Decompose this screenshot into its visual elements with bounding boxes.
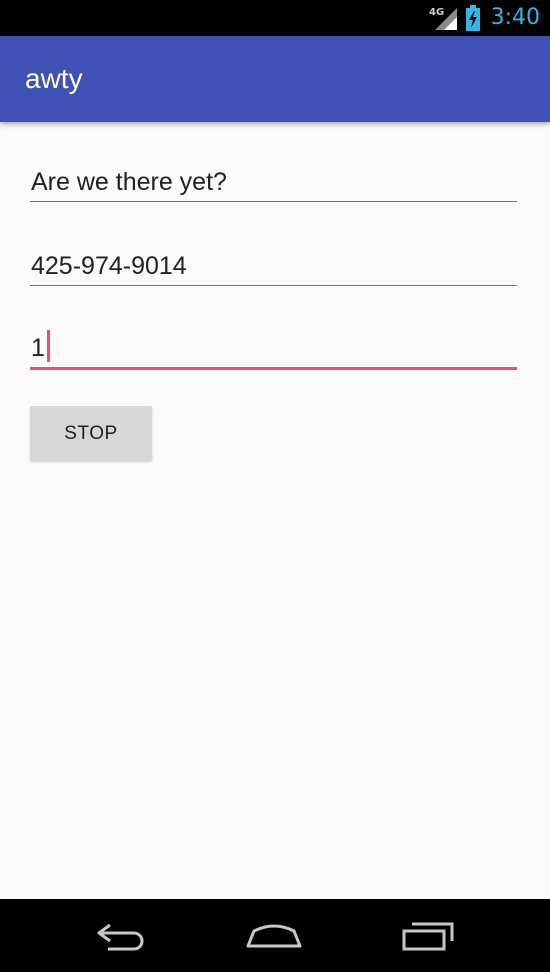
status-bar: 4G 3:40 [0, 0, 550, 36]
navigation-bar [0, 899, 550, 972]
text-cursor [46, 330, 50, 362]
status-clock: 3:40 [490, 5, 540, 30]
back-icon[interactable] [94, 919, 150, 953]
recents-icon[interactable] [400, 919, 456, 953]
interval-field-text: 1 [31, 330, 50, 363]
app-title: awty [25, 63, 83, 94]
app-bar: awty [0, 36, 550, 122]
phone-screen: 4G 3:40 awty Are we there yet? 425-974-9… [0, 0, 550, 972]
message-field[interactable]: Are we there yet? [30, 150, 517, 202]
signal-icon: 4G [429, 7, 457, 30]
message-field-value: Are we there yet? [31, 168, 227, 196]
phone-number-field[interactable]: 425-974-9014 [30, 234, 517, 286]
interval-field[interactable]: 1 [30, 318, 517, 370]
network-type-label: 4G [429, 7, 444, 18]
battery-charging-icon [465, 5, 480, 31]
stop-button[interactable]: STOP [30, 406, 152, 461]
phone-number-field-value: 425-974-9014 [31, 252, 187, 280]
status-icons: 4G 3:40 [429, 0, 540, 36]
home-icon[interactable] [244, 919, 304, 953]
interval-field-value: 1 [31, 334, 45, 362]
